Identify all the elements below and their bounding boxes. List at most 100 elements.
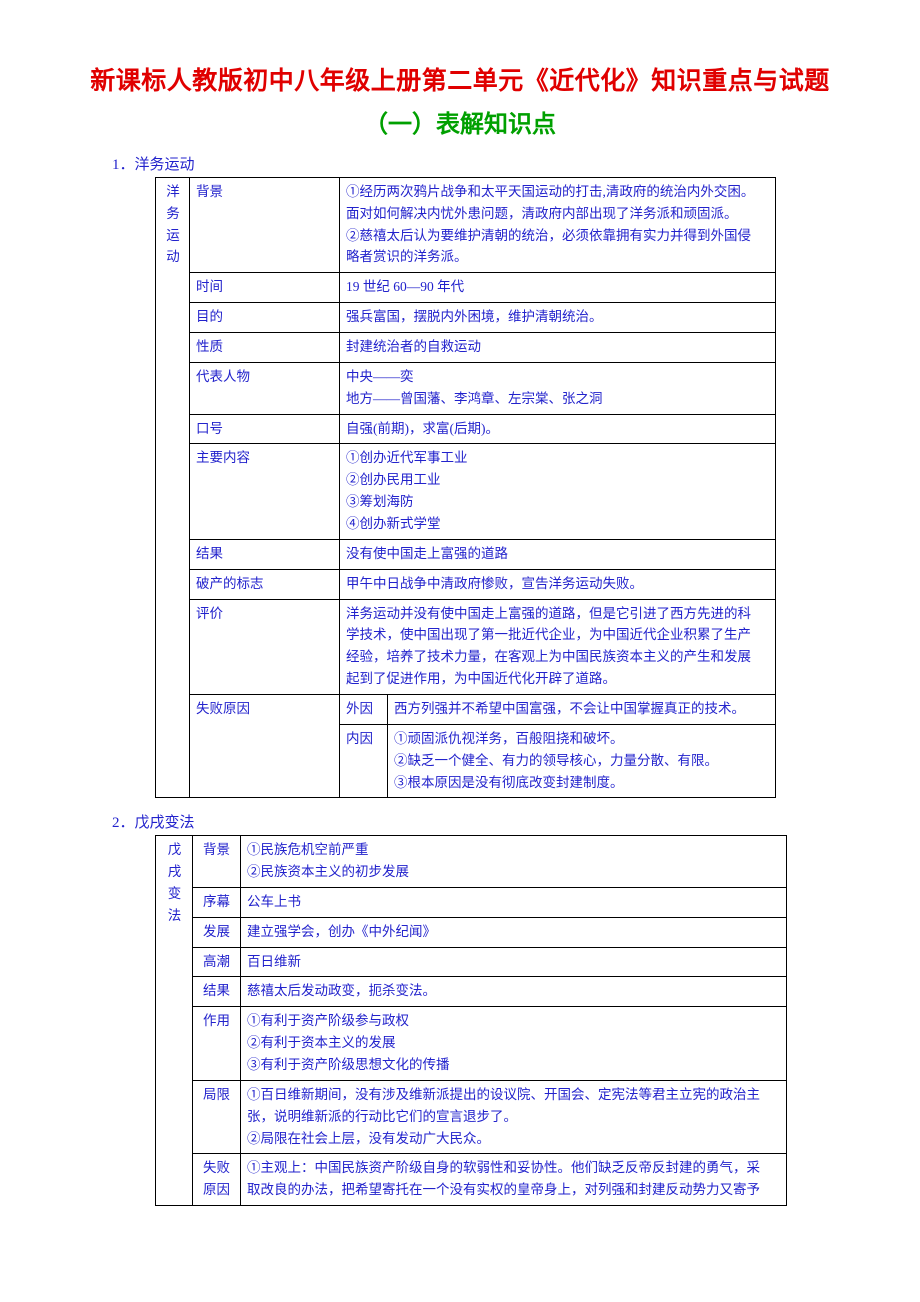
table-row: 结果 慈禧太后发动政变，扼杀变法。 bbox=[156, 976, 787, 1008]
table-row: 高潮 百日维新 bbox=[156, 946, 787, 978]
table-row: 失败 原因 ①主观上：中国民族资产阶级自身的软弱性和妥协性。他们缺乏反帝反封建的… bbox=[156, 1153, 787, 1207]
row-label-background: 背景 bbox=[189, 176, 340, 274]
row-label-limitation: 局限 bbox=[192, 1079, 241, 1155]
vertical-label-char: 动 bbox=[166, 249, 180, 265]
content-line: ①主观上：中国民族资产阶级自身的软弱性和妥协性。他们缺乏反帝反封建的勇气，采 bbox=[247, 1160, 760, 1176]
content-line: 西方列强并不希望中国富强，不会让中国掌握真正的技术。 bbox=[394, 700, 745, 716]
table-row: 发展 建立强学会，创办《中外纪闻》 bbox=[156, 916, 787, 948]
row-content-development: 建立强学会，创办《中外纪闻》 bbox=[240, 916, 787, 948]
content-line: ①民族危机空前严重 bbox=[247, 842, 369, 858]
row-content-purpose: 强兵富国，摆脱内外困境，维护清朝统治。 bbox=[339, 302, 776, 333]
vertical-label-yangwu: 洋 务 运 动 bbox=[155, 176, 190, 799]
row-label-effect: 作用 bbox=[192, 1006, 241, 1081]
vertical-label-char: 务 bbox=[166, 205, 180, 221]
content-line: ②有利于资本主义的发展 bbox=[247, 1035, 396, 1051]
content-line: 自强(前期)，求富(后期)。 bbox=[346, 420, 499, 436]
content-line: ①有利于资产阶级参与政权 bbox=[247, 1013, 409, 1029]
content-line: ①百日维新期间，没有涉及维新派提出的设议院、开国会、定宪法等君主立宪的政治主 bbox=[247, 1086, 760, 1102]
row-content-internal-cause: ①顽固派仇视洋务，百般阻挠和破坏。 ②缺乏一个健全、有力的领导核心，力量分散、有… bbox=[387, 723, 776, 799]
row-label-time: 时间 bbox=[189, 272, 340, 304]
row-content-nature: 封建统治者的自救运动 bbox=[339, 331, 776, 363]
table-row: 作用 ①有利于资产阶级参与政权 ②有利于资本主义的发展 ③有利于资产阶级思想文化… bbox=[156, 1006, 787, 1081]
content-line: ①创办近代军事工业 bbox=[346, 450, 468, 466]
row-content-evaluation: 洋务运动并没有使中国走上富强的道路，但是它引进了西方先进的科 学技术，使中国出现… bbox=[339, 598, 776, 695]
content-line: 百日维新 bbox=[247, 953, 301, 969]
row-content-failure-reason: ①主观上：中国民族资产阶级自身的软弱性和妥协性。他们缺乏反帝反封建的勇气，采 取… bbox=[240, 1153, 787, 1207]
document-title: 新课标人教版初中八年级上册第二单元《近代化》知识重点与试题 bbox=[90, 68, 830, 95]
row-content-main-content: ①创办近代军事工业 ②创办民用工业 ③筹划海防 ④创办新式学堂 bbox=[339, 443, 776, 540]
row-content-climax: 百日维新 bbox=[240, 946, 787, 978]
row-label-evaluation: 评价 bbox=[189, 598, 340, 695]
content-line: 取改良的办法，把希望寄托在一个没有实权的皇帝身上，对列强和封建反动势力又寄予 bbox=[247, 1182, 760, 1198]
row-content-result: 没有使中国走上富强的道路 bbox=[339, 538, 776, 570]
content-line: ②创办民用工业 bbox=[346, 472, 441, 488]
row-content-prelude: 公车上书 bbox=[240, 886, 787, 918]
table-row: 失败原因 外因 西方列强并不希望中国富强，不会让中国掌握真正的技术。 bbox=[156, 693, 776, 799]
table-row: 破产的标志 甲午中日战争中清政府惨败，宣告洋务运动失败。 bbox=[156, 568, 776, 600]
row-label-climax: 高潮 bbox=[192, 946, 241, 978]
row-label-line: 失败 bbox=[203, 1160, 230, 1176]
content-line: ③根本原因是没有彻底改变封建制度。 bbox=[394, 774, 624, 790]
content-line: 略者赏识的洋务派。 bbox=[346, 249, 468, 265]
row-label-result: 结果 bbox=[189, 538, 340, 570]
row-content-limitation: ①百日维新期间，没有涉及维新派提出的设议院、开国会、定宪法等君主立宪的政治主 张… bbox=[240, 1079, 787, 1155]
content-line: 学技术，使中国出现了第一批近代企业，为中国近代企业积累了生产 bbox=[346, 627, 751, 643]
table-row: 戊 戌 变 法 背景 ①民族危机空前严重 ②民族资本主义的初步发展 bbox=[155, 835, 787, 1207]
row-content-background: ①经历两次鸦片战争和太平天国运动的打击,清政府的统治内外交困。 面对如何解决内忧… bbox=[339, 176, 776, 274]
document-page: 新课标人教版初中八年级上册第二单元《近代化》知识重点与试题 （一）表解知识点 1… bbox=[0, 0, 920, 1302]
vertical-label-wuxu: 戊 戌 变 法 bbox=[155, 835, 193, 1207]
content-line: 强兵富国，摆脱内外困境，维护清朝统治。 bbox=[346, 309, 603, 325]
section-title-2: 戊戌变法 bbox=[134, 815, 195, 832]
content-line: ②局限在社会上层，没有发动广大民众。 bbox=[247, 1130, 490, 1146]
sub-label-external-cause: 外因 bbox=[339, 693, 388, 725]
table-row: 序幕 公车上书 bbox=[156, 886, 787, 918]
row-content-time: 19 世纪 60—90 年代 bbox=[339, 272, 776, 304]
content-line: ③筹划海防 bbox=[346, 494, 414, 510]
row-label-prelude: 序幕 bbox=[192, 886, 241, 918]
section-title-1: 洋务运动 bbox=[134, 157, 195, 174]
row-content-bankruptcy-sign: 甲午中日战争中清政府惨败，宣告洋务运动失败。 bbox=[339, 568, 776, 600]
content-line: 中央——奕 bbox=[346, 368, 414, 384]
row-label-failure-reason: 失败原因 bbox=[189, 693, 340, 799]
content-line: 建立强学会，创办《中外纪闻》 bbox=[247, 923, 436, 939]
vertical-label-char: 洋 bbox=[166, 183, 180, 199]
content-line: 公车上书 bbox=[247, 893, 301, 909]
table-row: 时间 19 世纪 60—90 年代 bbox=[156, 272, 776, 304]
content-line: 19 世纪 60—90 年代 bbox=[346, 279, 465, 295]
row-label-bankruptcy-sign: 破产的标志 bbox=[189, 568, 340, 600]
content-line: 起到了促进作用，为中国近代化开辟了道路。 bbox=[346, 671, 616, 687]
table-row: 口号 自强(前期)，求富(后期)。 bbox=[156, 413, 776, 445]
vertical-label-char: 运 bbox=[166, 227, 180, 243]
table-wuxu-reform: 戊 戌 变 法 背景 ①民族危机空前严重 ②民族资本主义的初步发展 序幕 公车上… bbox=[155, 835, 787, 1207]
row-label-slogan: 口号 bbox=[189, 413, 340, 445]
sub-label-internal-cause: 内因 bbox=[339, 723, 388, 799]
content-line: ①经历两次鸦片战争和太平天国运动的打击,清政府的统治内外交困。 bbox=[346, 183, 755, 199]
vertical-label-char: 戊 bbox=[167, 842, 182, 858]
table-yangwu-movement: 洋 务 运 动 背景 ①经历两次鸦片战争和太平天国运动的打击,清政府的统治内外交… bbox=[155, 176, 776, 799]
row-content-figures: 中央——奕 地方——曾国藩、李鸿章、左宗棠、张之洞 bbox=[339, 361, 776, 415]
row-content-effect: ①有利于资产阶级参与政权 ②有利于资本主义的发展 ③有利于资产阶级思想文化的传播 bbox=[240, 1006, 787, 1081]
vertical-label-char: 变 bbox=[167, 885, 182, 901]
table-row: 代表人物 中央——奕 地方——曾国藩、李鸿章、左宗棠、张之洞 bbox=[156, 361, 776, 415]
section-heading-1: 1．洋务运动 bbox=[0, 140, 920, 177]
row-label-failure-reason: 失败 原因 bbox=[192, 1153, 241, 1207]
section-number-1: 1． bbox=[112, 157, 135, 174]
content-line: ②民族资本主义的初步发展 bbox=[247, 864, 409, 880]
table-row: 性质 封建统治者的自救运动 bbox=[156, 331, 776, 363]
row-content-external-cause: 西方列强并不希望中国富强，不会让中国掌握真正的技术。 bbox=[387, 693, 776, 725]
table-row: 局限 ①百日维新期间，没有涉及维新派提出的设议院、开国会、定宪法等君主立宪的政治… bbox=[156, 1079, 787, 1155]
row-label-development: 发展 bbox=[192, 916, 241, 948]
content-line: ③有利于资产阶级思想文化的传播 bbox=[247, 1057, 450, 1073]
content-line: 封建统治者的自救运动 bbox=[346, 338, 481, 354]
row-label-main-content: 主要内容 bbox=[189, 443, 340, 540]
table-row: 主要内容 ①创办近代军事工业 ②创办民用工业 ③筹划海防 ④创办新式学堂 bbox=[156, 443, 776, 540]
content-line: 面对如何解决内忧外患问题，清政府内部出现了洋务派和顽固派。 bbox=[346, 205, 738, 221]
section-number-2: 2． bbox=[112, 815, 135, 832]
content-line: 慈禧太后发动政变，扼杀变法。 bbox=[247, 983, 436, 999]
row-label-background: 背景 bbox=[192, 835, 241, 888]
content-line: 洋务运动并没有使中国走上富强的道路，但是它引进了西方先进的科 bbox=[346, 605, 751, 621]
content-line: 甲午中日战争中清政府惨败，宣告洋务运动失败。 bbox=[346, 575, 643, 591]
content-line: ①顽固派仇视洋务，百般阻挠和破坏。 bbox=[394, 730, 624, 746]
content-line: 地方——曾国藩、李鸿章、左宗棠、张之洞 bbox=[346, 390, 603, 406]
row-label-purpose: 目的 bbox=[189, 302, 340, 333]
